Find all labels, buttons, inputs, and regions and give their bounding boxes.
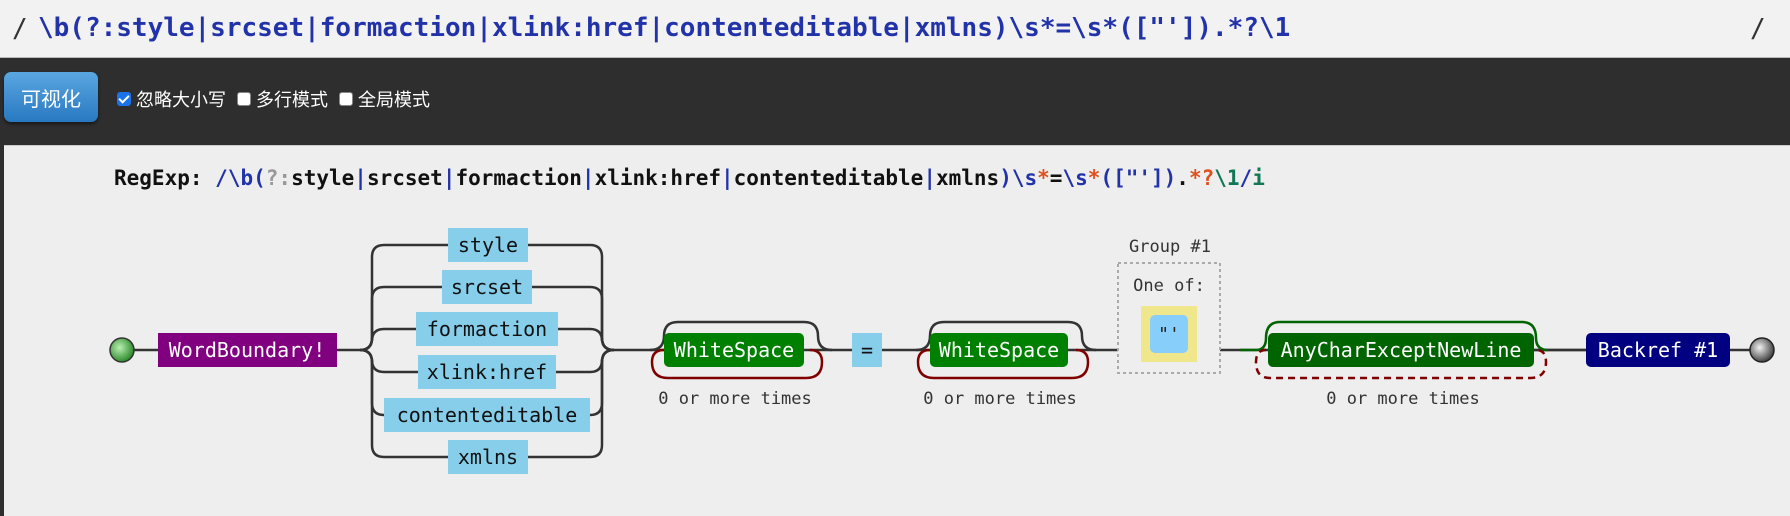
alt-srcset-text: srcset bbox=[451, 275, 523, 299]
group-label: Group #1 bbox=[1129, 237, 1211, 257]
equals-text: = bbox=[861, 338, 873, 362]
ignore-case-checkbox[interactable] bbox=[117, 92, 131, 106]
alt-contenteditable-text: contenteditable bbox=[397, 403, 578, 427]
alt-style: style bbox=[448, 228, 528, 262]
equals-node: = bbox=[852, 333, 882, 367]
whitespace-text-2: WhiteSpace bbox=[939, 338, 1059, 362]
alt-xlink-href-text: xlink:href bbox=[427, 360, 547, 384]
group-1: Group #1 One of: "' bbox=[1117, 237, 1221, 374]
alt-contenteditable: contenteditable bbox=[384, 398, 590, 432]
global-option[interactable]: 全局模式 bbox=[339, 86, 430, 112]
visualize-button[interactable]: 可视化 bbox=[4, 72, 98, 122]
regex-slash-right: / bbox=[1750, 14, 1766, 44]
toolbar: 可视化 忽略大小写 多行模式 全局模式 bbox=[0, 58, 1790, 140]
end-node bbox=[1749, 337, 1775, 363]
start-node bbox=[109, 337, 135, 363]
alternatives: style srcset formaction xlink:href conte… bbox=[384, 228, 590, 474]
repeat-label-3: 0 or more times bbox=[1326, 389, 1480, 409]
whitespace-text-1: WhiteSpace bbox=[674, 338, 794, 362]
alt-formaction: formaction bbox=[416, 312, 558, 346]
repeat-label-1: 0 or more times bbox=[658, 389, 812, 409]
multiline-option[interactable]: 多行模式 bbox=[237, 86, 328, 112]
multiline-label: 多行模式 bbox=[256, 90, 328, 111]
any-char-node: AnyCharExceptNewLine bbox=[1268, 333, 1534, 367]
alt-xmlns-text: xmlns bbox=[458, 445, 518, 469]
alt-style-text: style bbox=[458, 233, 518, 257]
global-label: 全局模式 bbox=[358, 90, 430, 111]
charset-text: "' bbox=[1158, 324, 1180, 345]
alt-srcset: srcset bbox=[442, 270, 532, 304]
regex-slash-left: / bbox=[12, 14, 28, 44]
multiline-checkbox[interactable] bbox=[237, 92, 251, 106]
ignore-case-label: 忽略大小写 bbox=[136, 90, 226, 111]
whitespace-node-1: WhiteSpace bbox=[664, 333, 804, 367]
regex-input[interactable] bbox=[38, 6, 1738, 50]
regex-input-bar: / / bbox=[0, 0, 1790, 58]
any-char-text: AnyCharExceptNewLine bbox=[1281, 338, 1522, 362]
alt-xlink-href: xlink:href bbox=[418, 355, 556, 389]
one-of-label: One of: bbox=[1133, 276, 1205, 296]
backref-node: Backref #1 bbox=[1586, 333, 1730, 367]
word-boundary-text: WordBoundary! bbox=[169, 338, 326, 362]
railroad-diagram: WordBoundary! style srcset formaction xl… bbox=[109, 228, 1775, 474]
alt-xmlns: xmlns bbox=[448, 440, 528, 474]
backref-text: Backref #1 bbox=[1598, 338, 1718, 362]
word-boundary-node: WordBoundary! bbox=[158, 333, 337, 367]
global-checkbox[interactable] bbox=[339, 92, 353, 106]
repeat-label-2: 0 or more times bbox=[923, 389, 1077, 409]
whitespace-node-2: WhiteSpace bbox=[930, 333, 1068, 367]
ignore-case-option[interactable]: 忽略大小写 bbox=[117, 86, 226, 112]
alt-formaction-text: formaction bbox=[427, 317, 547, 341]
